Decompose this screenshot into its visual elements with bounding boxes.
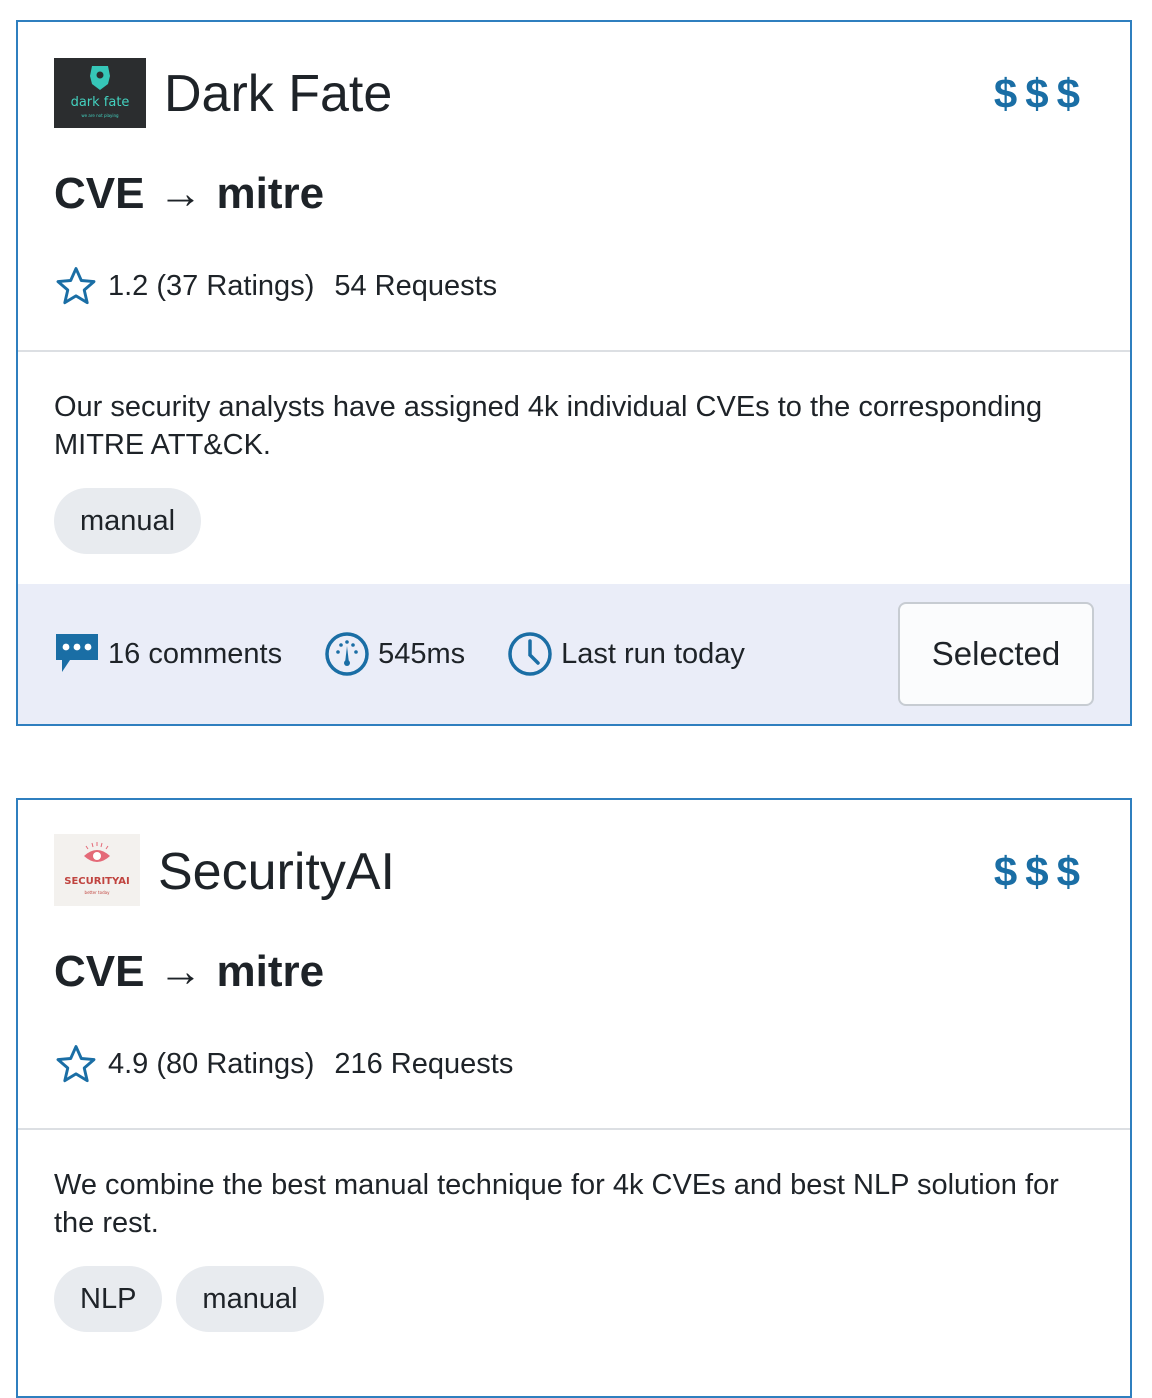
latency-stat: 545ms (324, 631, 465, 677)
svg-text:SECURITYAI: SECURITYAI (64, 876, 129, 887)
arrow-right-icon: → (158, 947, 203, 996)
card-header: dark fate we are not playing Dark Fate $… (18, 22, 1130, 352)
ratings-row: 4.9 (80 Ratings) 216 Requests (54, 1040, 513, 1088)
tag-list: NLP manual (54, 1266, 1094, 1332)
provider-card-securityai[interactable]: SECURITYAI better today SecurityAI $$$ C… (16, 798, 1132, 1398)
last-run-stat: Last run today (507, 631, 745, 677)
requests-count: 54 Requests (334, 269, 498, 302)
comments-icon (56, 634, 98, 672)
star-icon[interactable] (54, 264, 98, 308)
svg-text:dark fate: dark fate (71, 95, 130, 110)
arrow-right-icon: → (158, 169, 203, 218)
card-header: SECURITYAI better today SecurityAI $$$ C… (18, 800, 1130, 1130)
description: Our security analysts have assigned 4k i… (54, 391, 1043, 461)
speedometer-icon (325, 632, 369, 676)
mapping-from: CVE (54, 947, 145, 996)
tag-chip[interactable]: NLP (54, 1266, 163, 1332)
dark-fate-logo: dark fate we are not playing (54, 58, 146, 128)
price-indicator: $$$ (993, 848, 1088, 895)
tag-chip[interactable]: manual (54, 488, 202, 554)
card-body: We combine the best manual technique for… (18, 1130, 1130, 1332)
comments-stat[interactable]: 16 comments (54, 632, 282, 676)
comments-count: 16 comments (108, 637, 283, 670)
tag-chip[interactable]: manual (176, 1266, 324, 1332)
securityai-logo: SECURITYAI better today (54, 834, 140, 906)
rating-value: 1.2 (108, 269, 149, 302)
ratings-count: (80 Ratings) (156, 1047, 315, 1080)
rating-value: 4.9 (108, 1047, 149, 1080)
card-body: Our security analysts have assigned 4k i… (18, 352, 1130, 554)
mapping-title: CVE → mitre (54, 168, 324, 220)
selected-button[interactable]: Selected (898, 602, 1094, 706)
ratings-count: (37 Ratings) (156, 269, 315, 302)
svg-text:better today: better today (85, 890, 111, 895)
provider-card-dark-fate[interactable]: dark fate we are not playing Dark Fate $… (16, 20, 1132, 726)
mapping-title: CVE → mitre (54, 946, 324, 998)
card-footer: 16 comments 545ms Last run today Selecte… (18, 584, 1130, 724)
provider-name: SecurityAI (158, 843, 395, 901)
svg-text:we are not playing: we are not playing (81, 113, 119, 118)
latency-value: 545ms (378, 637, 466, 670)
price-indicator: $$$ (993, 70, 1088, 117)
clock-icon (508, 632, 552, 676)
ratings-row: 1.2 (37 Ratings) 54 Requests (54, 262, 497, 310)
star-icon[interactable] (54, 1042, 98, 1086)
tag-list: manual (54, 488, 1094, 554)
mapping-to: mitre (216, 169, 325, 218)
last-run-text: Last run today (561, 637, 745, 670)
mapping-from: CVE (54, 169, 145, 218)
provider-name: Dark Fate (164, 65, 393, 123)
mapping-to: mitre (216, 947, 325, 996)
description: We combine the best manual technique for… (54, 1169, 1059, 1239)
requests-count: 216 Requests (334, 1047, 514, 1080)
